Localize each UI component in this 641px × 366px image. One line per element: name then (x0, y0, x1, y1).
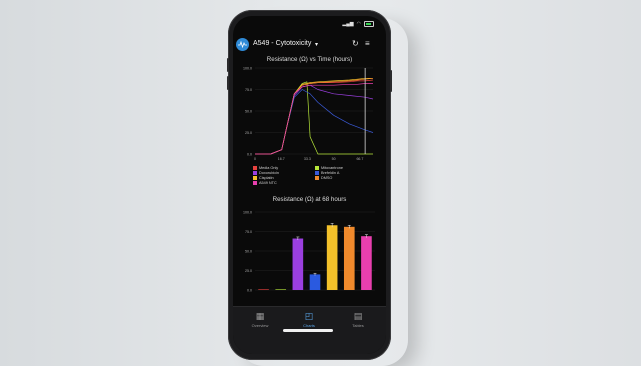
tab-label: Overview (251, 323, 269, 328)
x-tick-label: 50 (332, 157, 336, 161)
wifi-icon: ◠ (356, 20, 361, 27)
experiment-selector[interactable]: A549 - Cytotoxicity (253, 40, 311, 47)
volume-button (227, 76, 229, 90)
status-bar: ▂▄▆ ◠ (342, 21, 374, 27)
legend-item[interactable]: Brefeldin A (315, 171, 339, 175)
x-tick-label: 0 (254, 157, 256, 161)
app-logo-icon (236, 38, 249, 51)
chevron-down-icon[interactable]: ▾ (315, 41, 318, 48)
tab-tables[interactable]: ▤ Tables (338, 311, 378, 328)
battery-icon (364, 21, 374, 27)
y-tick-label: 100.0 (243, 210, 252, 214)
bar (309, 274, 321, 290)
legend-label: A549 NTC (259, 181, 277, 185)
bar (258, 289, 269, 290)
line-chart-title: Resistance (Ω) vs Time (hours) (266, 56, 353, 63)
y-tick-label: 75.0 (245, 88, 252, 92)
series-line (255, 81, 373, 155)
x-tick-label: 66.7 (356, 157, 363, 161)
legend-swatch (315, 176, 319, 180)
legend-swatch (253, 176, 257, 180)
home-indicator[interactable] (283, 329, 333, 332)
legend-label: Cisplatin (259, 176, 274, 180)
legend-label: Doxorubicin (259, 171, 280, 175)
y-tick-label: 25.0 (245, 131, 252, 135)
bar (361, 236, 372, 290)
legend-item[interactable]: Cisplatin (253, 176, 274, 180)
signal-icon: ▂▄▆ (342, 20, 354, 27)
legend-label: DMSO (321, 176, 333, 180)
y-tick-label: 50.0 (245, 249, 252, 253)
y-tick-label: 100.0 (243, 66, 252, 70)
tab-label: Tables (352, 323, 364, 328)
grid-icon: ▦ (255, 311, 265, 321)
series-line (255, 89, 374, 155)
legend-item[interactable]: DMSO (315, 176, 332, 180)
app-header: A549 - Cytotoxicity ▾ ↻ ≡ (233, 38, 386, 52)
bar (343, 226, 355, 290)
tab-charts[interactable]: ◰ Charts (289, 311, 329, 328)
menu-icon[interactable]: ≡ (365, 39, 370, 48)
x-tick-label: 33.3 (304, 157, 311, 161)
refresh-icon[interactable]: ↻ (352, 39, 359, 48)
tab-overview[interactable]: ▦ Overview (240, 311, 280, 328)
y-tick-label: 50.0 (245, 109, 252, 113)
y-tick-label: 75.0 (245, 230, 252, 234)
legend-item[interactable]: Media Only (253, 166, 278, 170)
legend-item[interactable]: Doxorubicin (253, 171, 279, 175)
bar-chart-title: Resistance (Ω) at 68 hours (272, 196, 347, 203)
bar (275, 289, 287, 290)
bar (326, 225, 338, 290)
chart-icon: ◰ (304, 311, 314, 321)
y-tick-label: 0.0 (247, 152, 252, 156)
legend-swatch (315, 166, 319, 170)
legend-label: Brefeldin A (321, 171, 340, 175)
series-line (255, 84, 374, 155)
power-button (390, 70, 392, 92)
x-tick-label: 16.7 (278, 157, 285, 161)
y-tick-label: 25.0 (245, 269, 252, 273)
bar-chart[interactable]: 100.0 75.0 50.0 25.0 0.0 (233, 204, 386, 296)
series-line (255, 83, 373, 155)
line-chart[interactable]: 100.0 75.0 50.0 25.0 0.00 16.7 33.3 50 66.7 (233, 64, 386, 164)
line-chart-legend: Media Only Mitoxantrone Doxorubicin Brefeld… (253, 166, 383, 196)
legend-label: Media Only (259, 166, 279, 170)
legend-label: Mitoxantrone (321, 166, 343, 170)
bar (292, 238, 304, 290)
legend-swatch (315, 171, 319, 175)
legend-item[interactable]: Mitoxantrone (315, 166, 343, 170)
tab-label: Charts (303, 323, 315, 328)
table-icon: ▤ (353, 311, 363, 321)
y-tick-label: 0.0 (247, 288, 252, 292)
volume-button (227, 58, 229, 72)
phone-screen: ▂▄▆ ◠ A549 - Cytotoxicity ▾ ↻ ≡ Resistan… (233, 16, 386, 354)
legend-swatch (253, 171, 257, 175)
legend-swatch (253, 181, 257, 185)
legend-swatch (253, 166, 257, 170)
legend-item[interactable]: A549 NTC (253, 181, 277, 185)
series-line (255, 79, 374, 155)
